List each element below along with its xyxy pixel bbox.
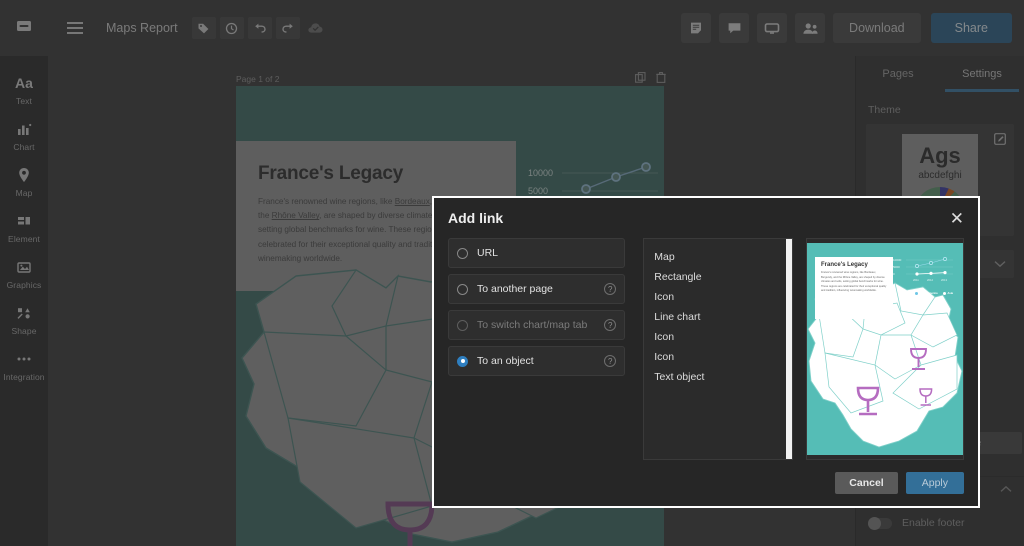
preview-body: France's renowned wine regions, like Bor…	[821, 271, 887, 293]
svg-text:0: 0	[893, 272, 895, 276]
page-preview[interactable]: France's Legacy France's renowned wine r…	[807, 243, 963, 455]
link-type-options: URL To another page ? To switch chart/ma…	[448, 238, 626, 460]
preview-text-object: France's Legacy France's renowned wine r…	[815, 257, 893, 319]
option-another-page[interactable]: To another page ?	[448, 274, 626, 304]
question-mark-icon[interactable]: ?	[604, 355, 617, 367]
object-list-scrollbar[interactable]	[786, 239, 792, 459]
option-url[interactable]: URL	[448, 238, 626, 268]
dialog-body: URL To another page ? To switch chart/ma…	[434, 238, 978, 460]
preview-line-chart: 10000 5000 0 2011 2012 2013	[893, 257, 953, 282]
option-switch-tab[interactable]: To switch chart/map tab ?	[448, 310, 626, 340]
dialog-header: Add link ✕	[434, 198, 978, 238]
preview-legend-label: North America	[919, 292, 938, 295]
svg-text:2012: 2012	[927, 278, 933, 282]
preview-legend-item: North America	[914, 292, 938, 295]
close-icon[interactable]: ✕	[950, 210, 964, 227]
option-to-object[interactable]: To an object ?	[448, 346, 626, 376]
preview-legend-swatch	[942, 292, 946, 295]
svg-text:2011: 2011	[913, 278, 919, 282]
object-list[interactable]: Map Rectangle Icon Line chart Icon Icon …	[643, 238, 793, 460]
page-preview-panel: France's Legacy France's renowned wine r…	[806, 238, 964, 460]
question-mark-icon[interactable]: ?	[604, 283, 617, 295]
apply-button[interactable]: Apply	[905, 472, 964, 494]
radio-to-object[interactable]	[457, 355, 468, 367]
svg-text:5000: 5000	[893, 265, 900, 269]
list-item[interactable]: Icon	[644, 327, 792, 347]
preview-legend-item: Asia	[942, 292, 953, 295]
question-mark-icon[interactable]: ?	[604, 319, 617, 331]
radio-url[interactable]	[457, 247, 468, 259]
radio-switch-tab[interactable]	[457, 319, 468, 331]
option-to-object-label: To an object	[477, 355, 534, 367]
preview-chart-legend: North America Asia	[914, 292, 953, 295]
svg-text:2013: 2013	[941, 278, 947, 282]
add-link-dialog: Add link ✕ URL To another page ? To swit…	[432, 196, 980, 508]
list-item[interactable]: Rectangle	[644, 267, 792, 287]
dialog-footer: Cancel Apply	[434, 460, 978, 506]
list-item[interactable]: Line chart	[644, 307, 792, 327]
list-item[interactable]: Icon	[644, 287, 792, 307]
option-url-label: URL	[477, 247, 499, 259]
cancel-button[interactable]: Cancel	[835, 472, 898, 494]
list-item[interactable]: Text object	[644, 367, 792, 387]
app-root: Aa Text Chart Map Element Graphics Shape…	[0, 0, 1024, 546]
radio-another-page[interactable]	[457, 283, 468, 295]
dialog-title: Add link	[448, 210, 504, 226]
preview-legend-label: Asia	[947, 292, 953, 295]
list-item[interactable]: Map	[644, 247, 792, 267]
svg-text:10000: 10000	[893, 258, 902, 262]
preview-heading: France's Legacy	[821, 262, 868, 268]
list-item[interactable]: Icon	[644, 347, 792, 367]
preview-legend-swatch	[914, 292, 918, 295]
option-switch-tab-label: To switch chart/map tab	[477, 319, 588, 331]
option-another-page-label: To another page	[477, 283, 553, 295]
